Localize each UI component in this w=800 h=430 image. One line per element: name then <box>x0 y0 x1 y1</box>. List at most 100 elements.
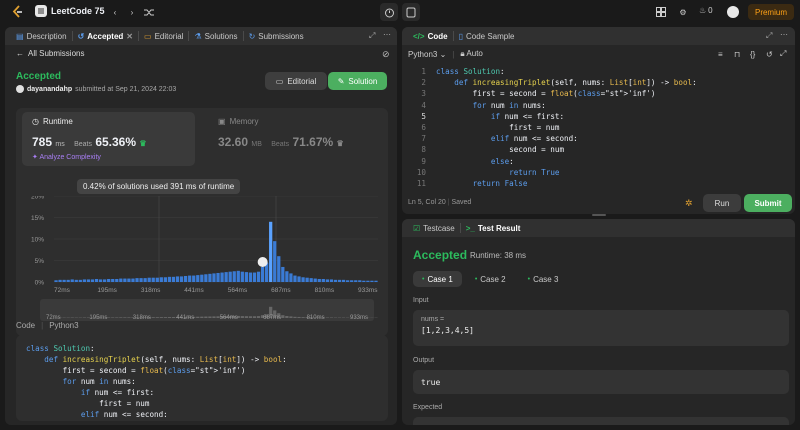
chart-bar[interactable] <box>374 280 378 282</box>
chart-bar[interactable] <box>123 278 127 282</box>
chart-bar[interactable] <box>305 277 309 282</box>
chart-bar[interactable] <box>358 280 362 282</box>
chart-bar[interactable] <box>82 279 86 282</box>
avatar[interactable] <box>727 6 739 18</box>
chart-bar[interactable] <box>232 271 236 282</box>
chart-bar[interactable] <box>78 279 82 282</box>
close-icon[interactable]: ✕ <box>126 32 133 41</box>
memory-label[interactable]: ▣ Memory <box>218 117 258 126</box>
more-icon[interactable]: ⋯ <box>780 30 788 39</box>
chart-bar[interactable] <box>107 278 111 282</box>
reset-icon[interactable]: ↺ <box>766 50 773 59</box>
chart-bar[interactable] <box>74 279 78 282</box>
chart-bar[interactable] <box>58 279 62 282</box>
chart-bar[interactable] <box>179 276 184 282</box>
chart-bar[interactable] <box>333 279 338 282</box>
chart-bar[interactable] <box>192 275 196 282</box>
chart-bar[interactable] <box>236 270 240 282</box>
analyze-complexity-link[interactable]: ✦ Analyze Complexity <box>32 153 101 161</box>
chart-bar[interactable] <box>155 277 159 282</box>
chart-bar[interactable] <box>346 280 350 282</box>
chart-bar[interactable] <box>188 275 192 282</box>
braces-icon[interactable]: {} <box>750 50 755 59</box>
username[interactable]: dayanandahp <box>27 86 72 93</box>
fullscreen-icon[interactable]: ⤢ <box>780 49 786 59</box>
gear-icon[interactable]: ⚙ <box>676 5 690 19</box>
chart-bar[interactable] <box>277 256 281 282</box>
code-line[interactable]: for num in nums: <box>436 101 546 110</box>
user-avatar[interactable] <box>16 85 24 93</box>
tab-code[interactable]: </> Code <box>408 27 453 45</box>
chart-bar[interactable] <box>62 279 66 282</box>
notes-icon[interactable] <box>402 3 420 21</box>
tab-description[interactable]: ▤ Description <box>11 27 72 45</box>
chart-bar[interactable] <box>325 279 329 282</box>
code-line[interactable]: def increasingTriplet(self, nums: List[i… <box>436 78 696 87</box>
autosave-toggle[interactable]: 🔒︎ Auto <box>460 49 483 59</box>
tab-editorial[interactable]: ▭ Editorial <box>139 27 188 45</box>
chart-bar[interactable] <box>370 280 374 282</box>
case-tab-3[interactable]: • Case 3 <box>519 271 568 287</box>
chart-bar[interactable] <box>252 272 257 282</box>
chart-bar[interactable] <box>111 278 115 282</box>
chart-bar[interactable] <box>98 279 103 282</box>
chart-bar[interactable] <box>90 279 95 282</box>
chart-bar[interactable] <box>362 280 366 282</box>
case-tab-1[interactable]: • Case 1 <box>413 271 462 287</box>
chevron-right-icon[interactable]: › <box>125 5 139 19</box>
chart-bar[interactable] <box>317 278 321 282</box>
code-line[interactable]: if num <= first: <box>436 112 564 121</box>
tab-submissions[interactable]: ↻ Submissions <box>244 27 309 45</box>
chart-bar[interactable] <box>256 271 261 282</box>
chart-bar[interactable] <box>240 271 244 282</box>
chart-bar[interactable] <box>216 272 220 282</box>
chart-bar[interactable] <box>224 272 228 282</box>
chart-bar[interactable] <box>337 279 342 282</box>
chart-bar[interactable] <box>151 277 155 282</box>
chart-bar[interactable] <box>285 271 289 282</box>
case-tab-2[interactable]: • Case 2 <box>466 271 515 287</box>
chart-bar[interactable] <box>297 276 301 282</box>
chart-bar[interactable] <box>135 278 139 282</box>
more-icon[interactable]: ⋯ <box>383 30 391 39</box>
chart-bar[interactable] <box>119 278 123 282</box>
chart-bar[interactable] <box>54 280 58 282</box>
code-line[interactable]: return False <box>436 179 528 188</box>
chart-bar[interactable] <box>70 279 74 282</box>
chart-bar[interactable] <box>212 273 216 282</box>
layout-grid-icon[interactable] <box>654 5 668 19</box>
back-to-submissions-link[interactable]: ← All Submissions <box>16 49 84 58</box>
chart-bar[interactable] <box>171 276 176 282</box>
chart-bar[interactable] <box>127 278 131 282</box>
premium-button[interactable]: Premium <box>748 4 794 20</box>
chart-bar[interactable] <box>115 278 119 282</box>
leetcode-logo-icon[interactable] <box>11 5 25 19</box>
streak-counter[interactable]: ♨ 0 <box>699 6 713 15</box>
run-button[interactable]: Run <box>703 194 741 212</box>
panel-resize-handle[interactable] <box>592 214 606 216</box>
chart-bar[interactable] <box>313 278 317 282</box>
chart-bar[interactable] <box>350 280 354 282</box>
chart-bar[interactable] <box>147 277 151 282</box>
chart-bar[interactable] <box>260 266 265 282</box>
problem-list-button[interactable]: LeetCode 75 <box>35 5 105 17</box>
chart-bar[interactable] <box>204 274 208 282</box>
chart-bar[interactable] <box>94 278 99 282</box>
language-select[interactable]: Python3 ⌄ <box>408 50 446 59</box>
chart-bar[interactable] <box>273 241 277 282</box>
timer-icon[interactable] <box>380 3 398 21</box>
share-link-icon[interactable]: ⊘ <box>382 49 390 60</box>
tab-solutions[interactable]: ⚗ Solutions <box>189 27 242 45</box>
code-line[interactable]: return True <box>436 168 559 177</box>
chart-bar[interactable] <box>289 273 293 282</box>
chart-bar[interactable] <box>143 278 147 282</box>
tab-code-sample[interactable]: ▯ Code Sample <box>454 27 520 45</box>
chart-bar[interactable] <box>244 272 248 282</box>
chart-bar[interactable] <box>131 278 135 282</box>
expand-icon[interactable]: ⤢ <box>369 31 375 41</box>
chart-bar[interactable] <box>66 279 70 282</box>
expand-icon[interactable]: ⤢ <box>766 31 772 41</box>
code-line[interactable]: else: <box>436 157 514 166</box>
submit-button[interactable]: Submit <box>744 194 792 212</box>
chart-bar[interactable] <box>103 279 107 282</box>
